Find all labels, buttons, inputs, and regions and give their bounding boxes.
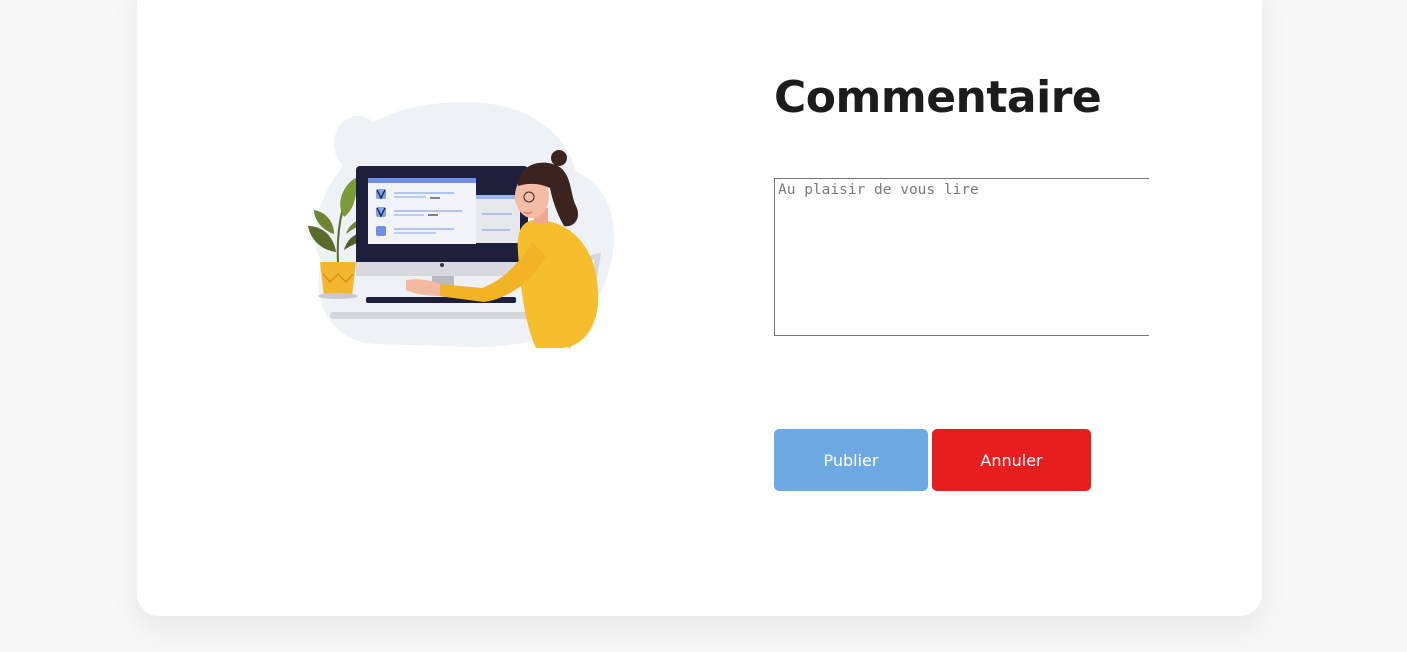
comment-textarea[interactable] (774, 178, 1149, 336)
page-title: Commentaire (774, 72, 1102, 123)
publish-button[interactable]: Publier (774, 429, 928, 491)
cancel-button[interactable]: Annuler (932, 429, 1091, 491)
woman-at-computer-illustration (308, 102, 615, 350)
